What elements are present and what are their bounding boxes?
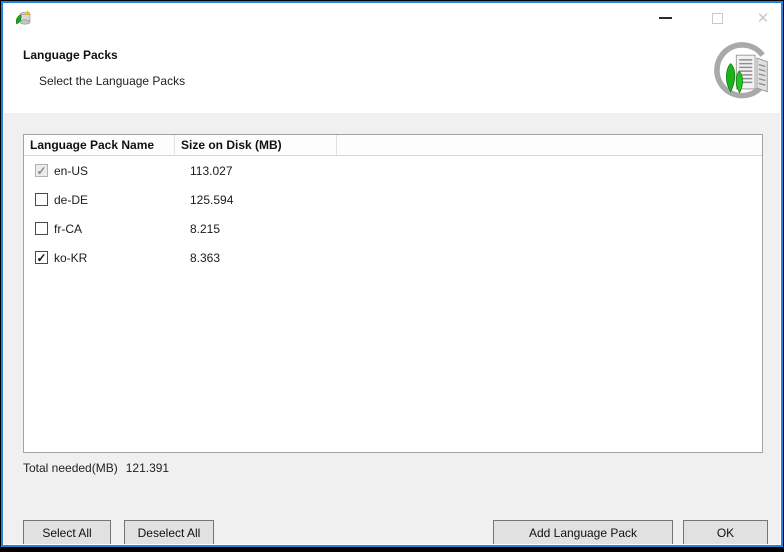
checkbox-en-us[interactable] bbox=[35, 164, 48, 177]
size-on-disk: 8.215 bbox=[190, 222, 221, 236]
close-icon: ✕ bbox=[756, 9, 770, 27]
size-on-disk: 113.027 bbox=[190, 164, 233, 178]
table-row: de-DE 125.594 bbox=[24, 185, 762, 214]
maximize-button[interactable] bbox=[700, 4, 734, 32]
size-on-disk: 125.594 bbox=[190, 193, 234, 207]
add-language-pack-button[interactable]: Add Language Pack bbox=[493, 520, 673, 544]
column-header-empty bbox=[337, 135, 762, 155]
language-packs-dialog: ✕ Language Packs Select the Language Pac… bbox=[3, 3, 781, 545]
close-button[interactable]: ✕ bbox=[746, 4, 780, 32]
column-header-name[interactable]: Language Pack Name bbox=[24, 135, 175, 155]
column-header-size[interactable]: Size on Disk (MB) bbox=[175, 135, 337, 155]
checkbox-ko-kr[interactable] bbox=[35, 251, 48, 264]
page-title: Language Packs bbox=[23, 48, 118, 62]
size-on-disk: 8.363 bbox=[190, 251, 221, 265]
maximize-icon bbox=[711, 12, 723, 24]
table-header-row: Language Pack Name Size on Disk (MB) bbox=[24, 135, 762, 156]
language-pack-name: ko-KR bbox=[54, 251, 88, 265]
window-outer-border: ✕ Language Packs Select the Language Pac… bbox=[0, 0, 784, 552]
table-row: en-US 113.027 bbox=[24, 156, 762, 185]
select-all-button[interactable]: Select All bbox=[23, 520, 111, 544]
page-subtitle: Select the Language Packs bbox=[39, 74, 186, 88]
minimize-icon bbox=[658, 17, 672, 19]
table-row: ko-KR 8.363 bbox=[24, 243, 762, 272]
language-pack-name: en-US bbox=[54, 164, 89, 178]
language-pack-name: de-DE bbox=[54, 193, 89, 207]
total-needed: Total needed(MB) 121.391 bbox=[23, 461, 169, 475]
titlebar[interactable]: ✕ bbox=[4, 4, 780, 32]
language-pack-name: fr-CA bbox=[54, 222, 82, 236]
ok-button[interactable]: OK bbox=[683, 520, 768, 544]
language-pack-table: Language Pack Name Size on Disk (MB) en-… bbox=[23, 134, 763, 453]
minimize-button[interactable] bbox=[648, 4, 682, 32]
app-icon bbox=[16, 10, 31, 25]
checkbox-de-de[interactable] bbox=[35, 193, 48, 206]
total-needed-value: 121.391 bbox=[125, 461, 170, 475]
table-row: fr-CA 8.215 bbox=[24, 214, 762, 243]
deselect-all-button[interactable]: Deselect All bbox=[124, 520, 214, 544]
header-band: Language Packs Select the Language Packs bbox=[4, 32, 780, 113]
window-accent-border: ✕ Language Packs Select the Language Pac… bbox=[1, 1, 783, 547]
sql-server-setup-icon bbox=[714, 42, 768, 99]
checkbox-fr-ca[interactable] bbox=[35, 222, 48, 235]
total-needed-label: Total needed(MB) bbox=[23, 461, 118, 475]
